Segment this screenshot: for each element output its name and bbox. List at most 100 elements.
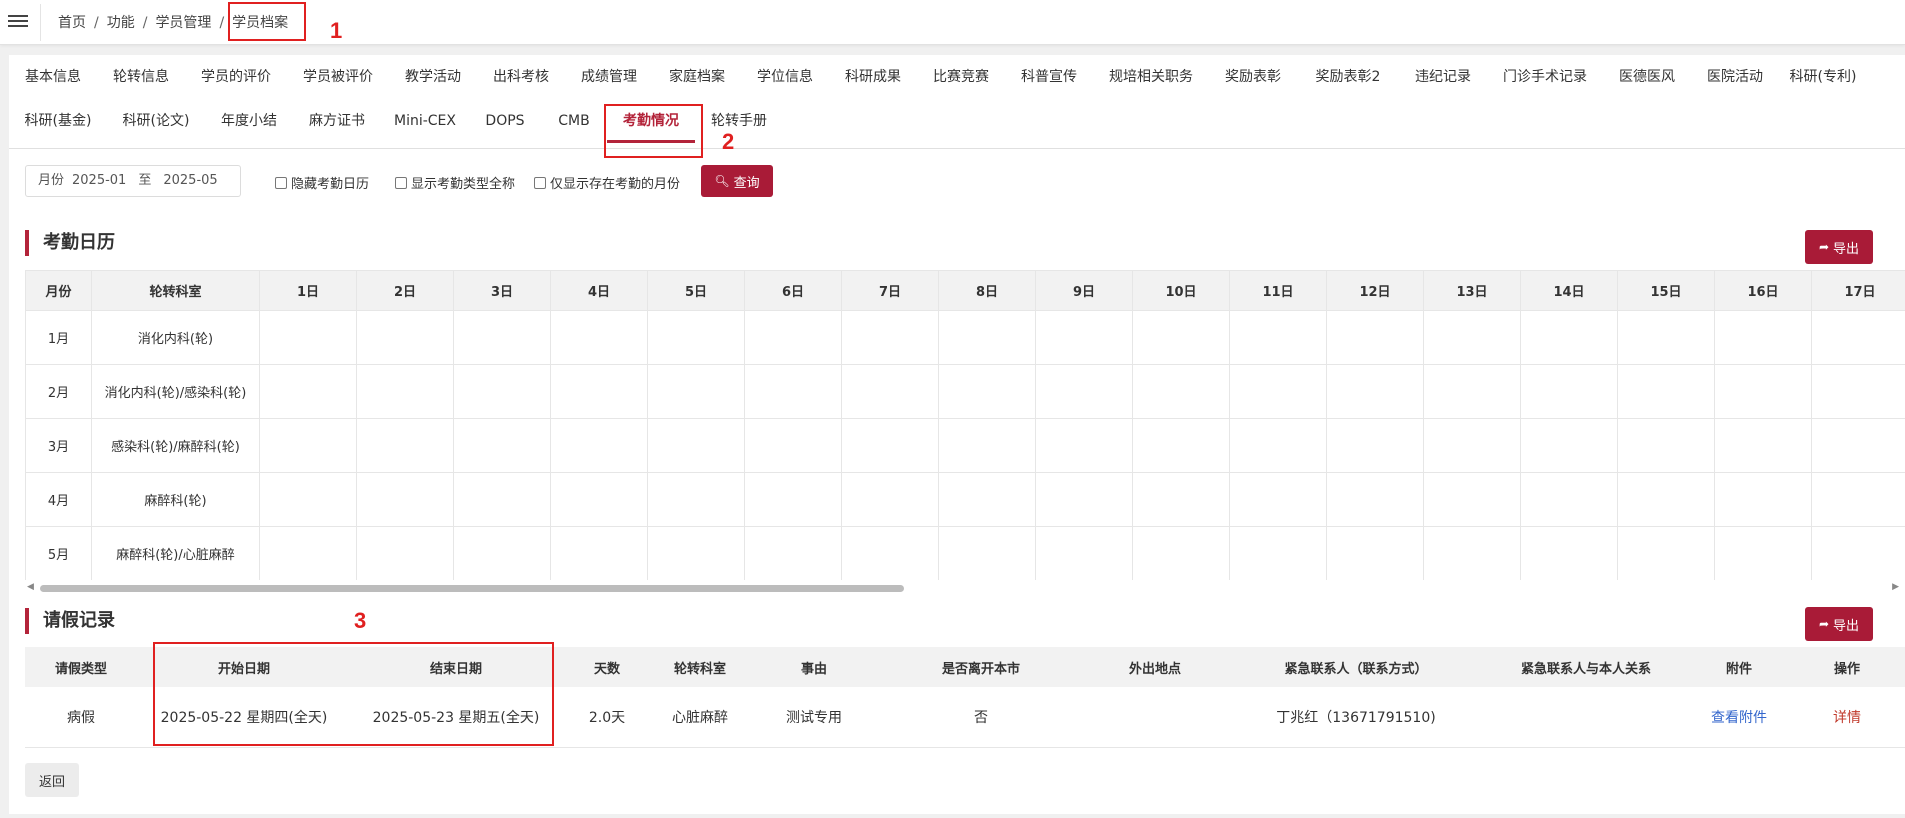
cell-day[interactable] xyxy=(744,526,842,580)
tab-item[interactable]: 科研(基金) xyxy=(9,99,107,143)
cell-day[interactable] xyxy=(647,310,745,365)
cell-day[interactable] xyxy=(938,364,1036,419)
cell-day[interactable] xyxy=(744,472,842,527)
tab-item[interactable]: 医德医风 xyxy=(1603,55,1691,99)
tab-item[interactable]: 家庭档案 xyxy=(653,55,741,99)
cell-day[interactable] xyxy=(647,418,745,473)
tab-item[interactable]: 奖励表彰 xyxy=(1209,55,1297,99)
cell-day[interactable] xyxy=(356,526,454,580)
cell-day[interactable] xyxy=(259,310,357,365)
cell-day[interactable] xyxy=(453,472,551,527)
cell-day[interactable] xyxy=(1520,526,1618,580)
cell-day[interactable] xyxy=(841,418,939,473)
cell-day[interactable] xyxy=(1617,418,1715,473)
cell-day[interactable] xyxy=(938,472,1036,527)
cell-day[interactable] xyxy=(938,418,1036,473)
cell-day[interactable] xyxy=(1811,472,1905,527)
tab-item[interactable]: 违纪记录 xyxy=(1399,55,1487,99)
cell-day[interactable] xyxy=(356,364,454,419)
tab-item[interactable]: 麻方证书 xyxy=(293,99,381,143)
cell-day[interactable] xyxy=(1617,526,1715,580)
cell-day[interactable] xyxy=(1617,364,1715,419)
scroll-left-icon[interactable]: ◀ xyxy=(27,582,34,592)
tab-item[interactable]: 学员被评价 xyxy=(287,55,389,99)
cell-day[interactable] xyxy=(1617,472,1715,527)
cell-day[interactable] xyxy=(1617,310,1715,365)
tab-item[interactable]: 出科考核 xyxy=(477,55,565,99)
cell-day[interactable] xyxy=(1132,526,1230,580)
cell-day[interactable] xyxy=(1423,310,1521,365)
tab-item[interactable]: 基本信息 xyxy=(9,55,97,99)
show-fullname-checkbox[interactable]: 显示考勤类型全称 xyxy=(395,173,515,192)
cell-day[interactable] xyxy=(1423,526,1521,580)
tab-item[interactable]: CMB xyxy=(541,99,607,143)
tab-item[interactable]: 门诊手术记录 xyxy=(1487,55,1603,99)
tab-item[interactable]: Mini-CEX xyxy=(381,99,469,143)
tab-item[interactable]: 科研成果 xyxy=(829,55,917,99)
checkbox-icon[interactable] xyxy=(395,176,407,189)
end-month-value[interactable]: 2025-05 xyxy=(163,173,217,188)
tab-item[interactable]: 医院活动 xyxy=(1691,55,1779,99)
scrollbar-thumb[interactable] xyxy=(40,585,904,592)
cell-day[interactable] xyxy=(1132,310,1230,365)
cell-day[interactable] xyxy=(1520,418,1618,473)
cell-day[interactable] xyxy=(744,310,842,365)
tab-item[interactable]: 规培相关职务 xyxy=(1093,55,1209,99)
export-attendance-button[interactable]: ➦ 导出 xyxy=(1805,230,1873,264)
tab-item[interactable]: 学位信息 xyxy=(741,55,829,99)
tab-item[interactable]: 成绩管理 xyxy=(565,55,653,99)
cell-day[interactable] xyxy=(1520,364,1618,419)
tab-item[interactable]: 教学活动 xyxy=(389,55,477,99)
cell-day[interactable] xyxy=(1132,364,1230,419)
tab-item[interactable]: 科研(专利) xyxy=(1779,55,1867,99)
cell-day[interactable] xyxy=(841,310,939,365)
breadcrumb-function[interactable]: 功能 xyxy=(107,15,135,31)
cell-day[interactable] xyxy=(1326,526,1424,580)
cell-day[interactable] xyxy=(1423,364,1521,419)
cell-day[interactable] xyxy=(550,472,648,527)
cell-day[interactable] xyxy=(1714,364,1812,419)
back-button[interactable]: 返回 xyxy=(25,763,79,797)
tab-item[interactable]: DOPS xyxy=(469,99,541,143)
cell-day[interactable] xyxy=(1714,526,1812,580)
cell-day[interactable] xyxy=(1229,310,1327,365)
cell-day[interactable] xyxy=(1326,472,1424,527)
cell-day[interactable] xyxy=(453,526,551,580)
scroll-right-icon[interactable]: ▶ xyxy=(1892,582,1899,592)
tab-item[interactable]: 年度小结 xyxy=(205,99,293,143)
cell-day[interactable] xyxy=(259,364,357,419)
menu-icon[interactable] xyxy=(8,12,28,32)
cell-day[interactable] xyxy=(259,418,357,473)
cell-day[interactable] xyxy=(1811,364,1905,419)
tab-item[interactable]: 奖励表彰2 xyxy=(1297,55,1399,99)
tab-item[interactable]: 考勤情况 xyxy=(607,99,695,143)
cell-day[interactable] xyxy=(1132,472,1230,527)
cell-day[interactable] xyxy=(550,310,648,365)
cell-day[interactable] xyxy=(1229,364,1327,419)
cell-day[interactable] xyxy=(1714,418,1812,473)
cell-day[interactable] xyxy=(1326,310,1424,365)
cell-day[interactable] xyxy=(1229,418,1327,473)
cell-day[interactable] xyxy=(1035,364,1133,419)
tab-item[interactable]: 比赛竞赛 xyxy=(917,55,1005,99)
cell-day[interactable] xyxy=(938,310,1036,365)
cell-day[interactable] xyxy=(356,472,454,527)
month-range-field[interactable]: 月份 2025-01 至 2025-05 xyxy=(25,165,241,197)
cell-day[interactable] xyxy=(1520,472,1618,527)
cell-day[interactable] xyxy=(1132,418,1230,473)
tab-item[interactable]: 科普宣传 xyxy=(1005,55,1093,99)
details-link[interactable]: 详情 xyxy=(1833,710,1861,726)
hide-calendar-checkbox[interactable]: 隐藏考勤日历 xyxy=(275,173,369,192)
cell-day[interactable] xyxy=(744,418,842,473)
breadcrumb-home[interactable]: 首页 xyxy=(58,15,86,31)
cell-day[interactable] xyxy=(1714,472,1812,527)
cell-day[interactable] xyxy=(1423,418,1521,473)
view-attachment-link[interactable]: 查看附件 xyxy=(1711,710,1767,726)
cell-day[interactable] xyxy=(1035,526,1133,580)
cell-day[interactable] xyxy=(1811,310,1905,365)
cell-day[interactable] xyxy=(841,526,939,580)
start-month-value[interactable]: 2025-01 xyxy=(72,173,126,188)
cell-day[interactable] xyxy=(1035,418,1133,473)
cell-day[interactable] xyxy=(1326,364,1424,419)
cell-day[interactable] xyxy=(1035,472,1133,527)
